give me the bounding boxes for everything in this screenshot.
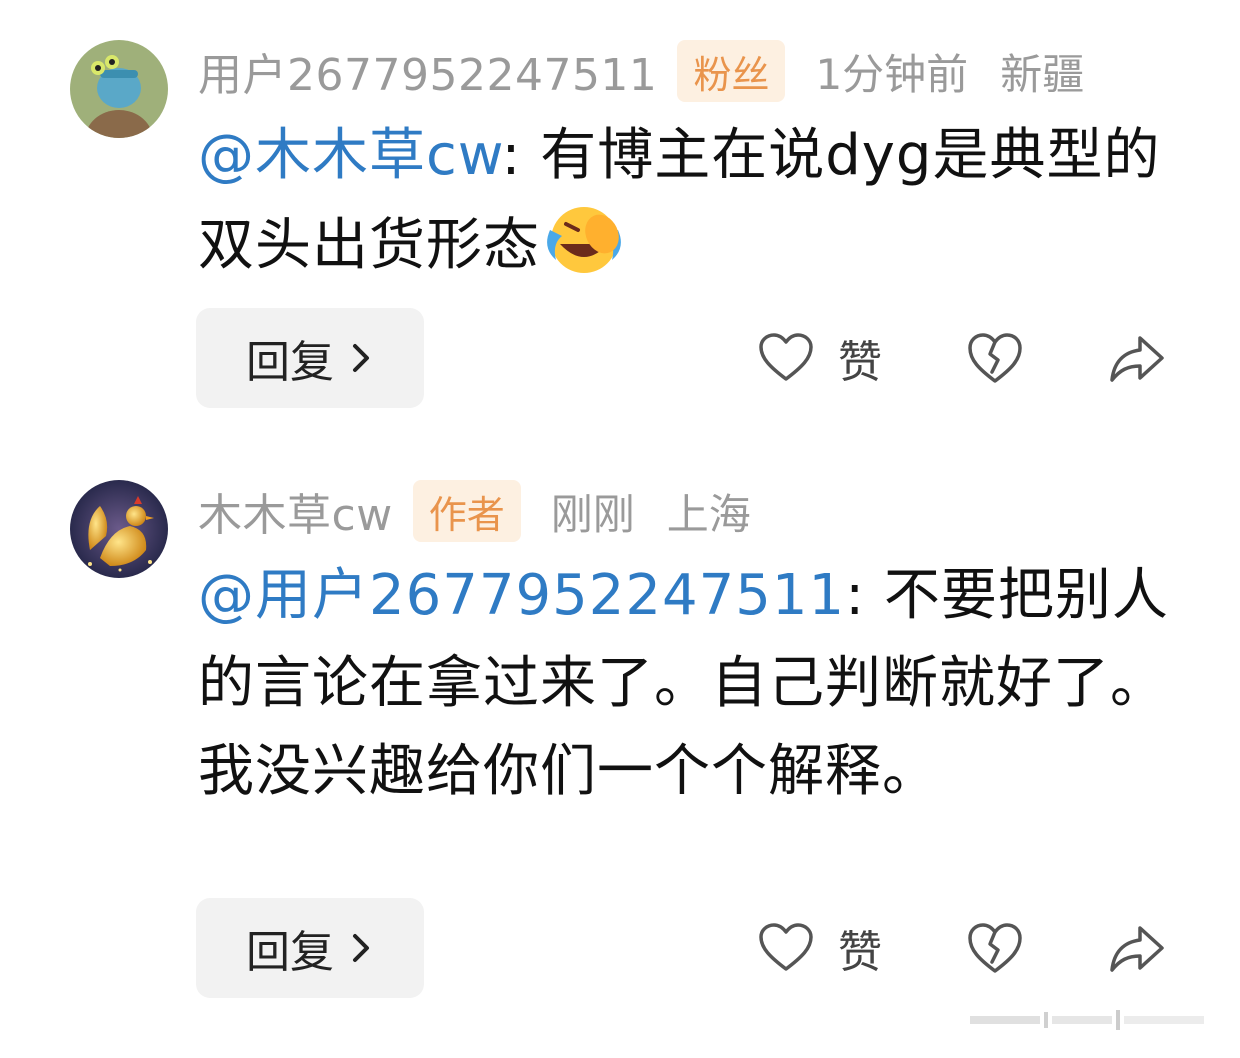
comment-text: @木木草cw: 有博主在说dyg是典型的双头出货形态 — [198, 112, 1178, 290]
location: 上海 — [666, 489, 751, 539]
like-button[interactable]: 赞 — [758, 920, 882, 978]
location: 新疆 — [1000, 49, 1085, 99]
separator: : — [501, 123, 541, 188]
like-label: 赞 — [838, 927, 882, 978]
username[interactable]: 木木草cw — [198, 479, 393, 543]
mention-link[interactable]: @用户2677952247511 — [198, 563, 845, 628]
comment-actions: 回复 赞 — [0, 898, 1240, 998]
reply-label: 回复 — [246, 927, 334, 978]
comment-actions: 回复 赞 — [0, 308, 1240, 408]
timestamp: 1分钟前 — [815, 49, 969, 99]
comment-header: 木木草cw 作者 刚刚 上海 — [198, 478, 751, 544]
share-icon[interactable] — [1108, 920, 1166, 976]
broken-heart-icon[interactable] — [966, 330, 1024, 386]
reply-button[interactable]: 回复 — [196, 898, 424, 998]
avatar[interactable] — [70, 480, 168, 578]
like-button[interactable]: 赞 — [758, 330, 882, 388]
reply-label: 回复 — [246, 337, 334, 388]
fan-badge: 粉丝 — [677, 40, 786, 102]
rolling-on-floor-laughing-icon — [540, 200, 626, 276]
username[interactable]: 用户2677952247511 — [198, 39, 657, 103]
share-icon[interactable] — [1108, 330, 1166, 386]
watermark-mark — [970, 1010, 1204, 1030]
broken-heart-icon[interactable] — [966, 920, 1024, 976]
comment-item: 用户2677952247511 粉丝 1分钟前 新疆 @木木草cw: 有博主在说… — [0, 0, 1240, 440]
avatar[interactable] — [70, 40, 168, 138]
reply-button[interactable]: 回复 — [196, 308, 424, 408]
heart-icon — [759, 923, 813, 971]
separator: : — [845, 563, 884, 628]
chevron-right-icon — [353, 344, 369, 372]
author-badge: 作者 — [412, 480, 521, 542]
mention-link[interactable]: @木木草cw — [198, 123, 502, 188]
heart-icon — [759, 333, 813, 381]
chevron-right-icon — [353, 934, 369, 962]
comment-item: 木木草cw 作者 刚刚 上海 @用户2677952247511: 不要把别人的言… — [0, 440, 1240, 1020]
comment-text: @用户2677952247511: 不要把别人的言论在拿过来了。自己判断就好了。… — [198, 552, 1178, 816]
like-label: 赞 — [838, 337, 882, 388]
timestamp: 刚刚 — [550, 489, 635, 539]
comment-header: 用户2677952247511 粉丝 1分钟前 新疆 — [198, 38, 1084, 104]
